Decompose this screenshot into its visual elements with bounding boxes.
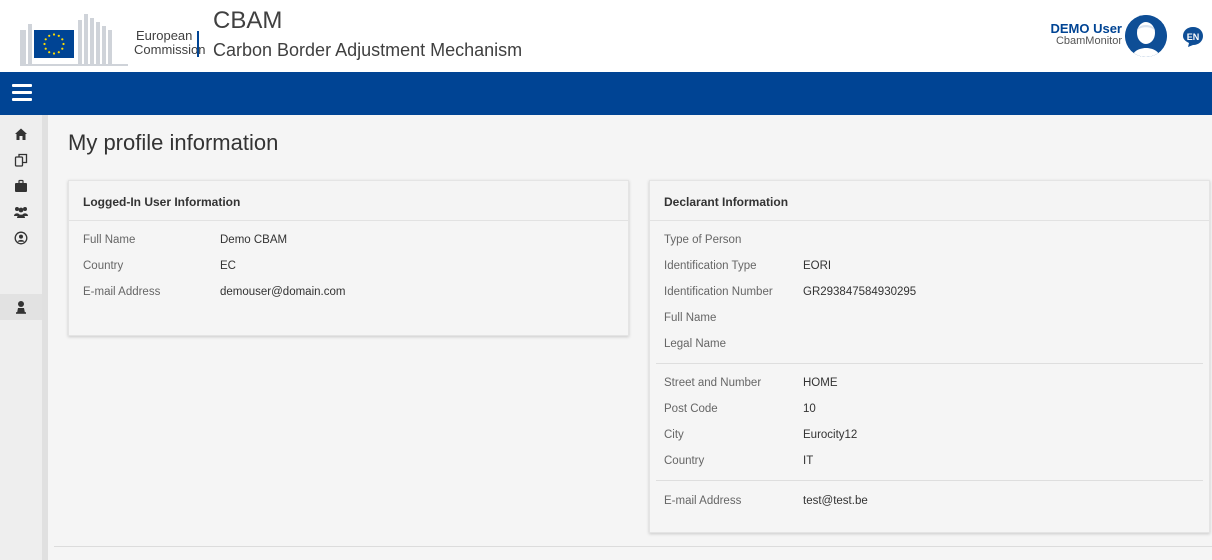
sidebar-item-briefcase[interactable] xyxy=(0,173,42,199)
field-label: E-mail Address xyxy=(664,495,742,507)
avatar[interactable] xyxy=(1125,15,1167,57)
language-selector[interactable]: EN xyxy=(1182,26,1204,48)
field-label: City xyxy=(664,429,684,441)
menu-icon[interactable] xyxy=(12,84,32,102)
home-icon xyxy=(15,128,27,140)
declarant-info-card: Declarant Information Type of Person Iden… xyxy=(649,180,1210,533)
field-label: Type of Person xyxy=(664,234,742,246)
users-icon xyxy=(14,207,28,218)
card-title: Logged-In User Information xyxy=(69,181,628,221)
language-bubble-icon: EN xyxy=(1183,27,1203,47)
field-value: demouser@domain.com xyxy=(220,286,346,298)
user-icon xyxy=(16,301,26,314)
page-title: My profile information xyxy=(68,130,279,155)
field-value: HOME xyxy=(803,377,838,389)
sidebar-item-users[interactable] xyxy=(0,199,42,225)
field-label: Country xyxy=(83,260,124,272)
briefcase-icon xyxy=(15,179,27,192)
field-value: GR293847584930295 xyxy=(803,286,917,298)
footer-divider xyxy=(54,546,1212,547)
field-value: EC xyxy=(220,260,236,272)
card-title: Declarant Information xyxy=(650,181,1209,221)
top-navbar xyxy=(0,72,1212,115)
user-role: CbamMonitor xyxy=(1055,35,1122,47)
logo-separator xyxy=(197,31,199,57)
field-label: Identification Number xyxy=(664,286,773,298)
documents-icon xyxy=(14,153,28,167)
app-title: CBAM xyxy=(213,7,283,34)
field-value: IT xyxy=(803,455,814,467)
sidebar-item-documents[interactable] xyxy=(0,147,42,173)
logo-text-european: European xyxy=(136,28,193,43)
field-value: Eurocity12 xyxy=(803,429,858,441)
field-label: E-mail Address xyxy=(83,286,161,298)
field-value: test@test.be xyxy=(803,495,868,507)
field-value: EORI xyxy=(803,260,832,272)
field-value: 10 xyxy=(803,403,816,415)
logo-text-commission: Commission xyxy=(134,42,206,57)
logged-in-user-card: Logged-In User Information Full Name Demo… xyxy=(68,180,629,336)
section-divider xyxy=(656,363,1203,364)
section-divider xyxy=(656,480,1203,481)
field-label: Post Code xyxy=(664,403,718,415)
sidebar xyxy=(0,115,48,560)
field-label: Full Name xyxy=(83,234,136,246)
field-label: Street and Number xyxy=(664,377,762,389)
field-label: Legal Name xyxy=(664,338,727,350)
field-label: Identification Type xyxy=(664,260,757,272)
user-name[interactable]: DEMO User xyxy=(1050,21,1122,36)
account-circle-icon xyxy=(14,231,28,245)
language-code: EN xyxy=(1187,32,1200,42)
field-label: Country xyxy=(664,455,705,467)
app-header: European Commission CBAM Carbon Border A… xyxy=(0,0,1212,72)
field-value: Demo CBAM xyxy=(220,234,288,246)
sidebar-item-account[interactable] xyxy=(0,225,42,251)
sidebar-item-profile[interactable] xyxy=(0,294,42,320)
sidebar-item-home[interactable] xyxy=(0,121,42,147)
user-avatar-icon xyxy=(1125,15,1167,57)
app-subtitle: Carbon Border Adjustment Mechanism xyxy=(213,40,523,60)
european-commission-logo[interactable]: European Commission xyxy=(18,10,206,66)
field-label: Full Name xyxy=(664,312,717,324)
